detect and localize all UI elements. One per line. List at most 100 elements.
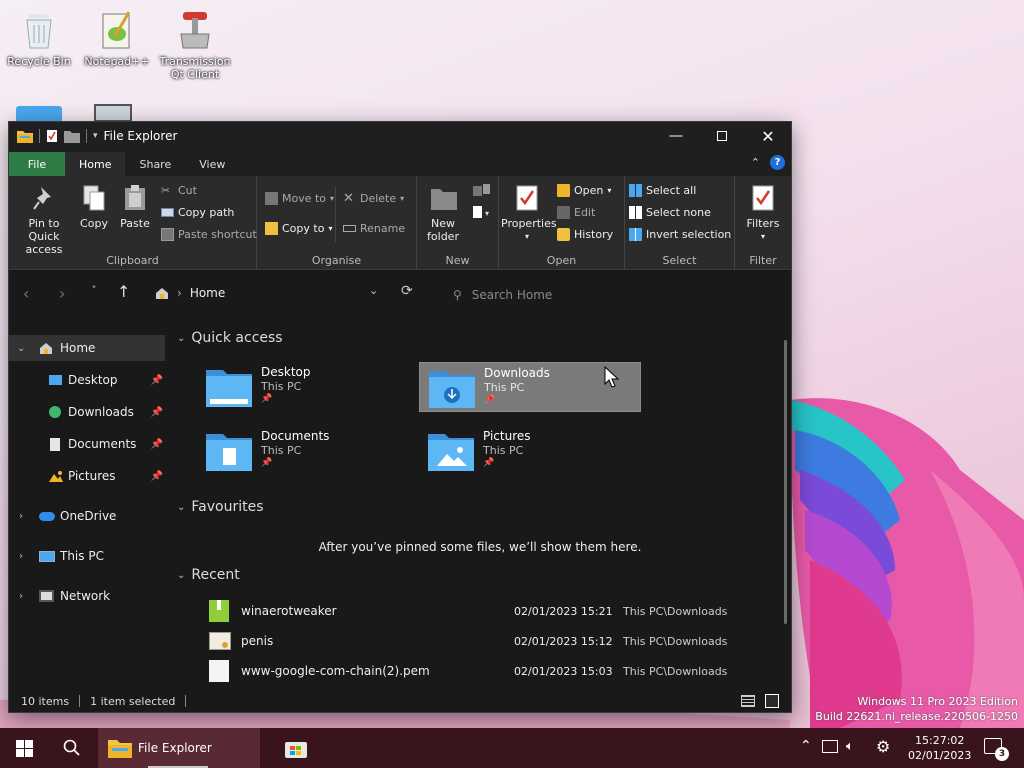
- invert-selection-button[interactable]: Invert selection: [629, 228, 731, 241]
- sidebar-item-documents[interactable]: Documents 📌: [9, 431, 165, 457]
- history-button[interactable]: History: [557, 228, 613, 241]
- volume-muted-icon[interactable]: 🔈︎: [846, 739, 854, 754]
- pin-icon[interactable]: 📌: [151, 439, 163, 450]
- transmission-icon: [173, 8, 217, 52]
- sidebar-item-pictures[interactable]: Pictures 📌: [9, 463, 165, 489]
- address-dropdown-icon[interactable]: ⌄: [369, 284, 378, 297]
- divider: [335, 186, 336, 242]
- notification-center-icon[interactable]: 3: [984, 738, 1009, 761]
- details-view-icon[interactable]: [741, 695, 755, 707]
- select-all-button[interactable]: Select all: [629, 184, 696, 197]
- copy-path-button[interactable]: Copy path: [161, 206, 234, 219]
- filters-button[interactable]: Filters ▾: [739, 184, 787, 243]
- notepad-plus-plus-icon: [95, 8, 139, 52]
- refresh-icon[interactable]: ⟳: [401, 283, 413, 299]
- show-hidden-icons-chevron-icon[interactable]: ⌃: [800, 738, 812, 754]
- desktop-folder-icon: [49, 375, 62, 385]
- recent-row[interactable]: www-google-com-chain(2).pem 02/01/2023 1…: [209, 658, 769, 684]
- pin-icon[interactable]: 📌: [151, 471, 163, 482]
- delete-button[interactable]: ✕ Delete ▾: [343, 192, 404, 205]
- quick-access-item-pictures[interactable]: Pictures This PC 📌: [419, 426, 641, 476]
- sidebar-item-downloads[interactable]: Downloads 📌: [9, 399, 165, 425]
- select-group-label: Select: [662, 254, 697, 267]
- recent-header[interactable]: ⌄ Recent: [177, 567, 240, 583]
- organise-group: Move to ▾ Copy to ▾ ✕ Delete ▾ Rename Organi…: [257, 176, 417, 270]
- up-arrow-icon[interactable]: ↑: [117, 282, 130, 301]
- breadcrumb-home[interactable]: Home: [190, 286, 225, 300]
- status-bar: 10 items 1 item selected: [9, 688, 791, 712]
- sidebar-item-home[interactable]: ⌄ Home: [9, 335, 165, 361]
- sidebar-item-this-pc[interactable]: › This PC: [9, 543, 165, 569]
- back-arrow-icon[interactable]: ‹: [23, 284, 29, 303]
- quick-access-header[interactable]: ⌄ Quick access: [177, 330, 283, 346]
- clipboard-group: Pin to Quick access Copy Paste ✂ Cut Copy…: [9, 176, 257, 270]
- quick-access-item-documents[interactable]: Documents This PC 📌: [197, 426, 419, 476]
- paste-button[interactable]: Paste: [117, 184, 153, 230]
- collapsed-chevron-icon[interactable]: ›: [19, 551, 23, 562]
- copy-button[interactable]: Copy: [77, 184, 111, 230]
- properties-icon[interactable]: [46, 129, 58, 143]
- documents-icon: [50, 437, 60, 451]
- properties-button[interactable]: Properties ▾: [501, 184, 557, 243]
- vertical-scrollbar[interactable]: [784, 340, 787, 624]
- new-item-icon[interactable]: [473, 184, 493, 201]
- taskbar-file-explorer[interactable]: File Explorer: [98, 728, 260, 768]
- open-button[interactable]: Open ▾: [557, 184, 611, 197]
- recent-row[interactable]: winaerotweaker 02/01/2023 15:21 This PC\…: [209, 598, 769, 624]
- collapse-ribbon-icon[interactable]: ⌃: [751, 156, 760, 169]
- settings-gear-icon[interactable]: ⚙: [876, 737, 890, 756]
- large-icons-view-icon[interactable]: [765, 694, 779, 708]
- select-none-button[interactable]: Select none: [629, 206, 711, 219]
- clock[interactable]: 15:27:02 02/01/2023: [908, 733, 971, 763]
- help-button[interactable]: ?: [770, 155, 785, 170]
- new-folder-button[interactable]: New folder: [423, 184, 463, 243]
- tab-share[interactable]: Share: [125, 152, 185, 176]
- svg-text:▾: ▾: [485, 209, 489, 218]
- collapsed-chevron-icon[interactable]: ›: [19, 591, 23, 602]
- desktop-icon-notepad-plus-plus[interactable]: Notepad++: [78, 8, 156, 68]
- start-button[interactable]: [0, 728, 48, 768]
- breadcrumb[interactable]: › Home: [155, 286, 225, 300]
- cut-button[interactable]: ✂ Cut: [161, 184, 197, 197]
- monitor-icon[interactable]: [94, 104, 132, 122]
- desktop-icon-recycle-bin[interactable]: Recycle Bin: [0, 8, 78, 68]
- rename-button[interactable]: Rename: [343, 222, 405, 235]
- easy-access-icon[interactable]: ▾: [473, 206, 493, 223]
- taskbar-microsoft-store[interactable]: [272, 728, 320, 768]
- copy-to-button[interactable]: Copy to ▾: [265, 222, 332, 235]
- sidebar-item-network[interactable]: › Network: [9, 583, 165, 609]
- recent-row[interactable]: penis 02/01/2023 15:12 This PC\Downloads: [209, 628, 769, 654]
- search-button[interactable]: [48, 728, 96, 768]
- search-input[interactable]: ⚲ Search Home: [453, 282, 783, 308]
- forward-arrow-icon[interactable]: ›: [59, 284, 65, 303]
- pin-icon: 📌: [483, 458, 495, 468]
- collapsed-chevron-icon[interactable]: ›: [19, 511, 23, 522]
- tab-view[interactable]: View: [185, 152, 239, 176]
- pin-icon[interactable]: 📌: [151, 375, 163, 386]
- sidebar-item-onedrive[interactable]: › OneDrive: [9, 503, 165, 529]
- new-folder-icon[interactable]: [64, 130, 80, 143]
- maximize-button[interactable]: [699, 122, 745, 150]
- sidebar-item-desktop[interactable]: Desktop 📌: [9, 367, 165, 393]
- minimize-button[interactable]: —: [653, 122, 699, 150]
- section-chevron-icon: ⌄: [177, 332, 186, 344]
- recent-locations-icon[interactable]: •: [91, 282, 97, 293]
- close-button[interactable]: ✕: [745, 122, 791, 150]
- quick-access-item-desktop[interactable]: Desktop This PC 📌: [197, 362, 419, 412]
- new-folder-large-icon: [430, 184, 457, 212]
- desktop-icon-transmission[interactable]: Transmission Qt Client: [156, 8, 234, 81]
- edit-button[interactable]: Edit: [557, 206, 595, 219]
- network-status-icon[interactable]: [822, 740, 838, 753]
- pin-icon[interactable]: 📌: [151, 407, 163, 418]
- tab-file[interactable]: File: [9, 152, 65, 176]
- expanded-chevron-icon[interactable]: ⌄: [17, 343, 25, 354]
- tab-home[interactable]: Home: [65, 152, 126, 176]
- pin-to-quick-access-button[interactable]: Pin to Quick access: [13, 184, 75, 256]
- paste-shortcut-button[interactable]: Paste shortcut: [161, 228, 257, 241]
- move-to-button[interactable]: Move to ▾: [265, 192, 334, 205]
- favourites-header[interactable]: ⌄ Favourites: [177, 499, 264, 515]
- customize-toolbar-chevron-icon[interactable]: ▾: [93, 131, 98, 141]
- title-bar[interactable]: ▾ File Explorer — ✕: [9, 122, 791, 150]
- navigation-pane: ⌄ Home Desktop 📌 Downloads 📌 Documents 📌…: [9, 322, 173, 692]
- folder-icon[interactable]: [16, 106, 62, 122]
